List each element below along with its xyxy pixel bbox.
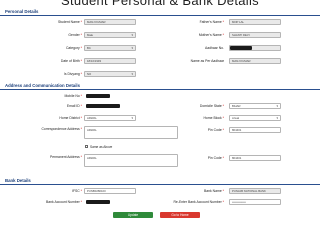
account-label: Bank Account Number *	[45, 200, 82, 204]
gender-label: Gender *	[68, 33, 82, 37]
corr-pin-field[interactable]: 804401	[229, 127, 281, 133]
corr-address-textarea[interactable]: ARWAL	[84, 126, 178, 139]
student-name-label: Student Name *	[58, 20, 82, 24]
mobile-redaction	[86, 94, 110, 98]
reenter-account-field[interactable]: ••••••••••••••	[229, 199, 281, 205]
name-as-aadhaar-label: Name as Per Aadhaar	[190, 59, 224, 63]
bank-name-field[interactable]: PUNJAB NATIONAL BANK	[229, 188, 281, 194]
corr-pin-label: Pin Code *	[207, 128, 224, 132]
home-district-label: Home District *	[59, 116, 82, 120]
domicile-label: Domicile State *	[199, 104, 224, 108]
category-select[interactable]: BC	[84, 45, 136, 51]
fathers-name-field[interactable]: MOP LAL	[229, 19, 281, 25]
home-block-label: Home Block *	[203, 116, 224, 120]
mothers-name-field[interactable]: SHANTI DEVI	[229, 32, 281, 38]
section-header-bank: Bank Details	[0, 178, 320, 185]
email-redaction	[86, 104, 120, 108]
same-as-above-checkbox[interactable]	[85, 145, 88, 148]
category-label: Category *	[65, 46, 82, 50]
perm-pin-field[interactable]: 804401	[229, 155, 281, 161]
email-label: Email ID *	[66, 104, 82, 108]
go-home-button[interactable]: Go to Home	[160, 212, 200, 218]
home-block-select[interactable]: Arwal	[229, 115, 281, 121]
ifsc-label: IFSC *	[72, 189, 82, 193]
is-divyang-select[interactable]: NO	[84, 71, 136, 77]
ifsc-field[interactable]: PUNB0280100	[84, 188, 136, 194]
student-name-field[interactable]: MANJ KUMAR	[84, 19, 136, 25]
gender-select[interactable]: Male	[84, 32, 136, 38]
mothers-name-label: Mother's Name *	[198, 33, 224, 37]
perm-pin-label: Pin Code *	[207, 156, 224, 160]
page-title: Student Personal & Bank Details	[61, 0, 259, 8]
corr-address-label: Correspondence Address *	[41, 127, 82, 131]
update-button[interactable]: Update	[113, 212, 153, 218]
domicile-select[interactable]: BIHAR	[229, 103, 281, 109]
name-as-aadhaar-field[interactable]: MANJ KUMAR	[229, 58, 281, 64]
dob-label: Date of Birth *	[60, 59, 82, 63]
perm-address-label: Permanent Address *	[49, 155, 82, 159]
reenter-account-label: Re-Enter Bank Account Number *	[173, 200, 224, 204]
dob-field[interactable]: 18/10/1993	[84, 58, 136, 64]
bank-name-label: Bank Name *	[204, 189, 224, 193]
perm-address-textarea[interactable]: ARWAL	[84, 154, 178, 167]
aadhaar-redaction	[230, 46, 252, 50]
account-redaction	[86, 200, 110, 204]
home-district-select[interactable]: ARWAL	[84, 115, 136, 121]
aadhaar-label: Aadhaar No.	[204, 46, 224, 50]
section-header-address: Address and Communication Details	[0, 83, 320, 90]
is-divyang-label: Is Divyang *	[63, 72, 82, 76]
fathers-name-label: Father's Name *	[199, 20, 224, 24]
same-as-above-label: Same as Above	[90, 145, 113, 149]
mobile-label: Mobile No *	[64, 94, 82, 98]
section-header-personal: Personal Details	[0, 9, 320, 16]
